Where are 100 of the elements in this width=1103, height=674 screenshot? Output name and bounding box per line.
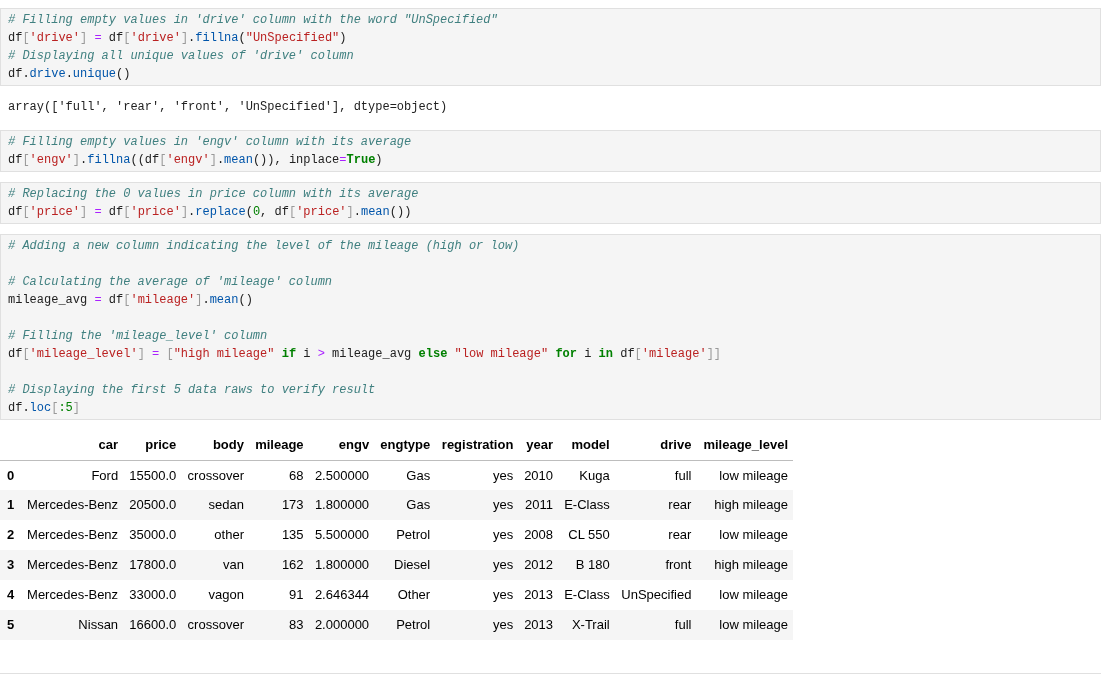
- table-cell: Mercedes-Benz: [27, 527, 119, 543]
- table-cell: 2.646344: [314, 587, 370, 603]
- table-cell: 2008: [524, 527, 554, 543]
- code-comment: # Replacing the 0 values in price column with its average: [8, 186, 419, 203]
- table-cell: Petrol: [396, 617, 431, 633]
- code-comment: # Calculating the average of 'mileage' column: [8, 274, 333, 291]
- table-cell: yes: [493, 557, 514, 573]
- table-cell: 2013: [524, 587, 554, 603]
- column-header: engtype: [380, 437, 431, 452]
- table-cell: X-Trail: [571, 617, 610, 633]
- table-cell: 68: [289, 467, 304, 483]
- code-comment: # Filling empty values in 'engv' column with its average: [8, 134, 412, 151]
- table-cell: B 180: [575, 557, 610, 573]
- row-index: 0: [7, 467, 15, 483]
- code-line: df.drive.unique(): [8, 66, 131, 83]
- table-cell: 2011: [525, 497, 554, 513]
- table-cell: van: [223, 557, 244, 573]
- table-cell: E-Class: [564, 587, 610, 603]
- table-cell: UnSpecified: [621, 587, 692, 603]
- table-cell: 173: [281, 497, 304, 513]
- code-line: df['price'] = df['price'].replace(0, df['price'].mean()): [8, 204, 412, 221]
- table-cell: Gas: [406, 467, 431, 483]
- column-header: engv: [338, 437, 370, 452]
- table-cell: vagon: [208, 587, 244, 603]
- table-cell: yes: [493, 587, 514, 603]
- table-cell: Kuga: [579, 467, 610, 483]
- table-cell: E-Class: [564, 497, 610, 513]
- code-cell[interactable]: # Filling empty values in 'engv' column with its average df['engv'].fillna((df['engv'].mean()), inplace=True): [0, 130, 1101, 172]
- column-header: body: [212, 437, 244, 452]
- code-line: df['mileage_level'] = ["high mileage" if i > mileage_avg else "low mileage" for i in df['mileage']]: [8, 346, 722, 363]
- code-comment: # Filling empty values in 'drive' column with the word "UnSpecified": [8, 12, 498, 29]
- column-header: mileage: [255, 437, 304, 452]
- code-line: df.loc[:5]: [8, 400, 81, 417]
- table-cell: Mercedes-Benz: [27, 557, 119, 573]
- table-cell: crossover: [187, 617, 244, 633]
- table-cell: Mercedes-Benz: [27, 497, 119, 513]
- column-header: drive: [660, 437, 692, 452]
- table-cell: yes: [493, 527, 514, 543]
- table-cell: low mileage: [719, 527, 788, 543]
- table-cell: 35000.0: [129, 527, 177, 543]
- row-index: 1: [7, 497, 15, 513]
- column-header: year: [526, 437, 554, 452]
- row-index: 4: [7, 587, 15, 603]
- column-header: registration: [441, 437, 514, 452]
- table-cell: low mileage: [719, 467, 788, 483]
- column-header: price: [145, 437, 177, 452]
- table-cell: Diesel: [394, 557, 431, 573]
- table-cell: rear: [668, 527, 692, 543]
- code-comment: # Filling the 'mileage_level' column: [8, 328, 268, 345]
- table-cell: low mileage: [719, 587, 788, 603]
- code-line: df['drive'] = df['drive'].fillna("UnSpecified"): [8, 30, 347, 47]
- table-cell: 162: [281, 557, 304, 573]
- table-cell: rear: [668, 497, 692, 513]
- table-cell: full: [674, 617, 692, 633]
- table-cell: sedan: [208, 497, 244, 513]
- table-cell: 17800.0: [129, 557, 177, 573]
- column-header: model: [571, 437, 610, 452]
- table-cell: 91: [289, 587, 304, 603]
- table-cell: 135: [281, 527, 304, 543]
- table-cell: yes: [493, 617, 514, 633]
- table-cell: Gas: [406, 497, 431, 513]
- code-cell[interactable]: # Replacing the 0 values in price column with its average df['price'] = df['price'].replace(0, df['price'].mean()): [0, 182, 1101, 224]
- table-cell: high mileage: [714, 557, 788, 573]
- table-cell: Other: [397, 587, 431, 603]
- table-cell: Mercedes-Benz: [27, 587, 119, 603]
- table-cell: high mileage: [714, 497, 788, 513]
- table-cell: 2.500000: [314, 467, 370, 483]
- table-cell: 20500.0: [129, 497, 177, 513]
- table-cell: Petrol: [396, 527, 431, 543]
- table-cell: 33000.0: [129, 587, 177, 603]
- table-cell: 2.000000: [314, 617, 370, 633]
- table-cell: 16600.0: [129, 617, 177, 633]
- column-header: car: [98, 437, 119, 452]
- code-line: mileage_avg = df['mileage'].mean(): [8, 292, 253, 309]
- row-index: 5: [7, 617, 15, 633]
- table-cell: CL 550: [568, 527, 610, 543]
- table-cell: crossover: [187, 467, 244, 483]
- table-cell: 2010: [524, 467, 554, 483]
- table-cell: other: [214, 527, 244, 543]
- code-cell[interactable]: # Filling empty values in 'drive' column with the word "UnSpecified" df['drive'] = df['drive'].fillna("UnSpecified") # Displaying all unique values of 'drive' column df.drive.unique(): [0, 8, 1101, 86]
- table-cell: Ford: [91, 467, 119, 483]
- table-cell: 15500.0: [129, 467, 177, 483]
- code-comment: # Displaying the first 5 data raws to verify result: [8, 382, 376, 399]
- table-cell: 2013: [524, 617, 554, 633]
- table-cell: 1.800000: [314, 557, 370, 573]
- table-cell: 5.500000: [314, 527, 370, 543]
- table-cell: 2012: [524, 557, 554, 573]
- table-cell: yes: [493, 497, 514, 513]
- code-line: df['engv'].fillna((df['engv'].mean()), inplace=True): [8, 152, 383, 169]
- table-cell: yes: [493, 467, 514, 483]
- code-cell[interactable]: [0, 234, 1101, 420]
- table-cell: 1.800000: [314, 497, 370, 513]
- column-header: mileage_level: [703, 437, 788, 452]
- table-cell: Nissan: [78, 617, 119, 633]
- table-cell: front: [665, 557, 692, 573]
- table-cell: low mileage: [719, 617, 788, 633]
- code-comment: # Adding a new column indicating the level of the mileage (high or low): [8, 238, 520, 255]
- code-comment: # Displaying all unique values of 'drive' column: [8, 48, 354, 65]
- row-index: 2: [7, 527, 15, 543]
- table-cell: 83: [289, 617, 304, 633]
